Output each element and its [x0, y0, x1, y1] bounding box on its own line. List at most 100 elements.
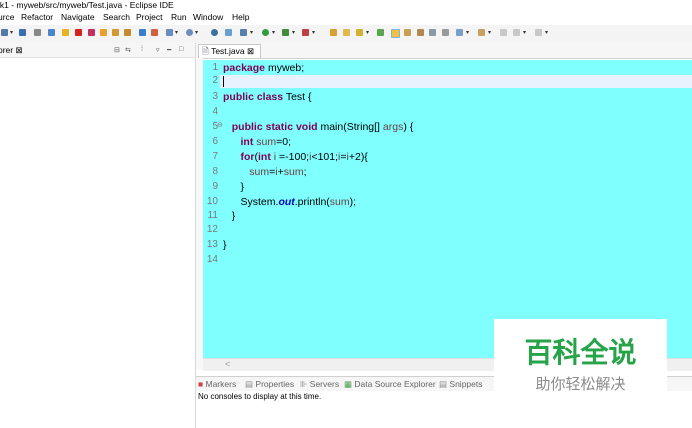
watermark-title: 百科全说	[524, 336, 637, 369]
code-editor[interactable]	[203, 60, 692, 358]
code-text: .println(	[294, 196, 330, 208]
web-browser-icon[interactable]	[186, 29, 193, 36]
save-icon[interactable]	[1, 29, 8, 36]
tab-properties[interactable]: ▤ Properties	[245, 379, 294, 390]
new-class-icon[interactable]	[356, 29, 363, 36]
title-bar: rk1 - myweb/src/myweb/Test.java - Eclips…	[0, 0, 692, 11]
explorer-header: orer ⊠ ⊟ ⇆ ⁞ ▿ ━ □	[0, 43, 195, 58]
line-number: 11	[207, 210, 218, 221]
menu-window[interactable]: Window	[193, 12, 223, 22]
text-caret	[223, 76, 224, 87]
menu-refactor[interactable]: Refactor	[21, 12, 53, 22]
code-line[interactable]: public static void main(String[] args) {	[223, 121, 413, 133]
suspend-icon[interactable]	[62, 29, 69, 36]
line-number-gutter: 1 2 3 4 5 6 7 8 9 10 11 12 13 14	[203, 60, 220, 358]
menu-source[interactable]: urce	[0, 12, 15, 22]
new-package-icon[interactable]	[343, 29, 350, 36]
collapse-all-icon[interactable]: ⊟	[114, 46, 120, 54]
code-text: }	[223, 210, 236, 222]
view-menu-icon[interactable]: ▿	[156, 46, 160, 54]
code-line[interactable]: public class Test {	[223, 91, 312, 103]
block-selection-icon[interactable]	[429, 29, 436, 36]
menu-navigate[interactable]: Navigate	[61, 12, 95, 22]
back-icon[interactable]	[513, 29, 520, 36]
menu-help[interactable]: Help	[232, 12, 249, 22]
minimize-icon[interactable]: ━	[167, 46, 171, 54]
last-edit-icon[interactable]	[500, 29, 507, 36]
code-keyword: int	[258, 151, 271, 163]
step-into-icon[interactable]	[100, 29, 107, 36]
coverage-icon[interactable]	[282, 29, 289, 36]
dropdown-arrow-icon[interactable]: ▾	[466, 29, 469, 36]
menu-run[interactable]: Run	[171, 12, 187, 22]
terminate-icon[interactable]	[75, 29, 82, 36]
code-line[interactable]: System.out.println(sum);	[223, 196, 357, 208]
toggle-mark-icon[interactable]	[417, 29, 424, 36]
open-task-icon[interactable]	[377, 29, 384, 36]
dropdown-arrow-icon[interactable]: ▾	[366, 29, 369, 36]
dropdown-arrow-icon[interactable]: ▾	[250, 29, 253, 36]
menu-search[interactable]: Search	[103, 12, 130, 22]
maximize-icon[interactable]: □	[179, 46, 183, 53]
dropdown-arrow-icon[interactable]: ▾	[312, 29, 315, 36]
external-tools-icon[interactable]	[302, 29, 309, 36]
dropdown-arrow-icon[interactable]: ▾	[195, 29, 198, 36]
highlight-icon[interactable]	[391, 29, 400, 38]
code-line[interactable]: int sum=0;	[223, 136, 291, 148]
dropdown-arrow-icon[interactable]: ▾	[488, 29, 491, 36]
step-over-icon[interactable]	[112, 29, 119, 36]
disconnect-icon[interactable]	[88, 29, 95, 36]
dropdown-arrow-icon[interactable]: ▾	[10, 29, 13, 36]
line-number: 4	[212, 106, 218, 117]
overview-ruler	[196, 58, 203, 370]
forward-icon[interactable]	[535, 29, 542, 36]
print-icon[interactable]	[19, 29, 26, 36]
new-wizard-icon[interactable]	[225, 29, 232, 36]
code-keyword: int	[240, 136, 254, 148]
code-line[interactable]: for(int i =-100;i<101;i=i+2){	[223, 151, 368, 163]
step-return-icon[interactable]	[124, 29, 131, 36]
tab-test-java[interactable]: 🗎 Test.java ⊠	[198, 44, 262, 58]
code-text: }	[223, 239, 227, 251]
explorer-tab[interactable]: orer ⊠	[0, 45, 23, 56]
dropdown-arrow-icon[interactable]: ▾	[272, 29, 275, 36]
code-keyword: public static void	[231, 121, 318, 133]
console-message: No consoles to display at this time.	[198, 392, 322, 401]
code-line[interactable]: }	[223, 239, 227, 251]
code-line[interactable]: sum=i+sum;	[223, 166, 306, 178]
code-line[interactable]: }	[223, 181, 245, 193]
dropdown-arrow-icon[interactable]: ▾	[523, 29, 526, 36]
dropdown-arrow-icon[interactable]: ▾	[545, 29, 548, 36]
open-perspective-icon[interactable]	[139, 29, 146, 36]
run-icon[interactable]	[262, 29, 269, 36]
search-icon[interactable]	[404, 29, 411, 36]
new-server-icon[interactable]	[166, 29, 173, 36]
globe-icon[interactable]	[211, 29, 218, 36]
line-number: 5	[212, 121, 218, 132]
dropdown-arrow-icon[interactable]: ▾	[292, 29, 295, 36]
tab-snippets[interactable]: ▤ Snippets	[439, 379, 483, 390]
previous-annotation-icon[interactable]	[478, 29, 485, 36]
filter-icon[interactable]: ⁞	[141, 46, 143, 53]
line-number: 3	[212, 91, 218, 102]
link-editor-icon[interactable]: ⇆	[125, 46, 131, 54]
show-whitespace-icon[interactable]	[442, 29, 449, 36]
code-text: myweb;	[265, 62, 305, 74]
menu-project[interactable]: Project	[136, 12, 162, 22]
code-line[interactable]: }	[223, 210, 236, 222]
toggle-icon[interactable]	[34, 29, 41, 36]
next-annotation-icon[interactable]	[456, 29, 463, 36]
tab-servers[interactable]: ⊪ Servers	[300, 379, 339, 390]
step-icon[interactable]	[48, 29, 55, 36]
scroll-left-icon[interactable]: <	[225, 359, 230, 369]
tab-markers[interactable]: ■ Markers	[198, 379, 236, 389]
debug-icon[interactable]	[240, 29, 247, 36]
new-java-project-icon[interactable]	[330, 29, 337, 36]
code-line[interactable]: package myweb;	[223, 62, 304, 74]
editor-tab-bar: 🗎 Test.java ⊠	[196, 43, 692, 59]
open-type-icon[interactable]	[151, 29, 158, 36]
fold-toggle-icon[interactable]: ⊖	[217, 121, 223, 129]
dropdown-arrow-icon[interactable]: ▾	[175, 29, 178, 36]
tab-data-source-explorer[interactable]: ▦ Data Source Explorer	[344, 379, 436, 390]
